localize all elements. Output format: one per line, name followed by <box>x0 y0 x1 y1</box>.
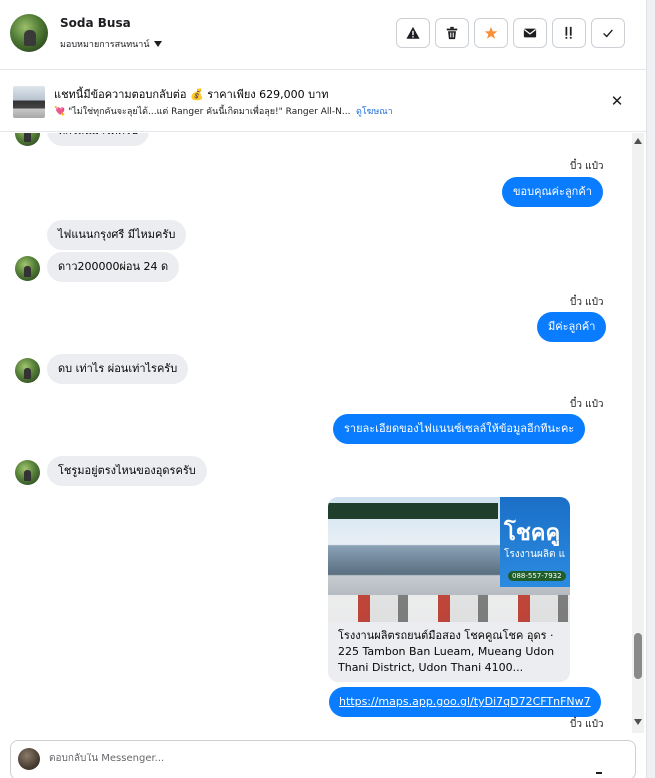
link-preview-image: โชคคู โรงงานผลิต แ 088-557-7932 <box>328 497 570 622</box>
reply-composer <box>10 740 636 778</box>
ad-title: แชทนี้มีข้อความตอบกลับต่อ 💰 ราคาเพียง 62… <box>54 88 329 101</box>
thread-scrollbar[interactable] <box>632 133 644 733</box>
warning-icon <box>406 26 420 39</box>
mark-unread-button[interactable] <box>513 18 547 48</box>
scroll-up-arrow[interactable] <box>634 138 642 144</box>
scroll-thumb[interactable] <box>634 633 642 679</box>
sign-text: โชคคู <box>504 521 561 546</box>
sender-label: บี๋ว แป๋ว <box>570 719 604 730</box>
close-ad-button[interactable]: ✕ <box>606 90 628 112</box>
envelope-icon <box>523 28 537 38</box>
incoming-message[interactable]: ทักไลน์มาได้ครับ <box>47 133 150 146</box>
window-edge <box>646 0 655 778</box>
assign-conversation-dropdown[interactable]: มอบหมายการสนทนาน์ <box>60 37 162 51</box>
conversation-header: Soda Busa มอบหมายการสนทนาน์ <box>0 0 646 70</box>
incoming-message[interactable]: ดาว200000ผ่อน 24 ด <box>47 252 180 282</box>
map-link-message[interactable]: https://maps.app.goo.gl/tyDi7qD72CFTnFNw… <box>329 687 601 717</box>
sign-phone: 088-557-7932 <box>508 571 566 581</box>
assign-label: มอบหมายการสนทนาน์ <box>60 40 150 50</box>
incoming-message[interactable]: ไฟแนนกรุงศรี มีไหมครับ <box>47 220 187 250</box>
star-button[interactable] <box>474 18 508 48</box>
conversation-actions <box>396 18 625 48</box>
chevron-down-icon <box>153 41 162 47</box>
star-icon <box>484 26 498 39</box>
trash-icon <box>446 26 458 40</box>
done-button[interactable] <box>591 18 625 48</box>
sender-label: บี๋ว แป๋ว <box>570 399 604 410</box>
link-preview-card[interactable]: โชคคู โรงงานผลิต แ 088-557-7932 โรงงานผล… <box>328 497 570 682</box>
ad-thumbnail[interactable] <box>13 86 45 118</box>
report-button[interactable] <box>396 18 430 48</box>
outgoing-message[interactable]: ขอบคุณค่ะลูกค้า <box>502 177 603 207</box>
sign-subtext: โรงงานผลิต แ <box>504 549 566 560</box>
ad-subtitle: 💘 "ไม่ใช่ทุกคันจะลุยได้...แต่ Ranger คัน… <box>54 107 351 117</box>
message-thread[interactable]: ทักไลน์มาได้ครับ บี๋ว แป๋ว ขอบคุณค่ะลูกค… <box>0 133 632 733</box>
reply-input[interactable] <box>49 753 449 764</box>
outgoing-message[interactable]: รายละเอียดของไฟแนนซ์เซลล์ให้ข้อมูลอีกทีน… <box>333 414 586 444</box>
contact-avatar[interactable] <box>10 14 48 52</box>
check-icon <box>603 29 613 38</box>
delete-button[interactable] <box>435 18 469 48</box>
close-icon: ✕ <box>610 92 624 110</box>
sender-label: บี๋ว แป๋ว <box>570 297 604 308</box>
parked-cars <box>328 595 570 622</box>
link-preview-text: โรงงานผลิตรถยนต์มือสอง โชคคูณโชค อุดร · … <box>338 629 555 674</box>
incoming-message[interactable]: ดบ เท่าไร ผ่อนเท่าไรครับ <box>47 354 189 384</box>
scroll-down-arrow[interactable] <box>634 719 642 725</box>
contact-avatar-small <box>15 358 40 383</box>
outgoing-message[interactable]: มีค่ะลูกค้า <box>537 312 607 342</box>
contact-name[interactable]: Soda Busa <box>60 16 131 30</box>
contact-avatar-small <box>15 133 40 146</box>
flag-icon <box>565 26 572 39</box>
ad-context-bar: แชทนี้มีข้อความตอบกลับต่อ 💰 ราคาเพียง 62… <box>0 70 646 132</box>
contact-avatar-small <box>15 256 40 281</box>
view-ad-link[interactable]: ดูโฆษณา <box>356 104 393 118</box>
page-avatar <box>18 748 40 770</box>
composer-marker <box>596 772 602 774</box>
sender-label: บี๋ว แป๋ว <box>570 161 604 172</box>
contact-avatar-small <box>15 460 40 485</box>
incoming-message[interactable]: โชรูมอยู่ตรงไหนของอุดรครับ <box>47 456 207 486</box>
follow-up-button[interactable] <box>552 18 586 48</box>
showroom-roof <box>328 503 498 519</box>
